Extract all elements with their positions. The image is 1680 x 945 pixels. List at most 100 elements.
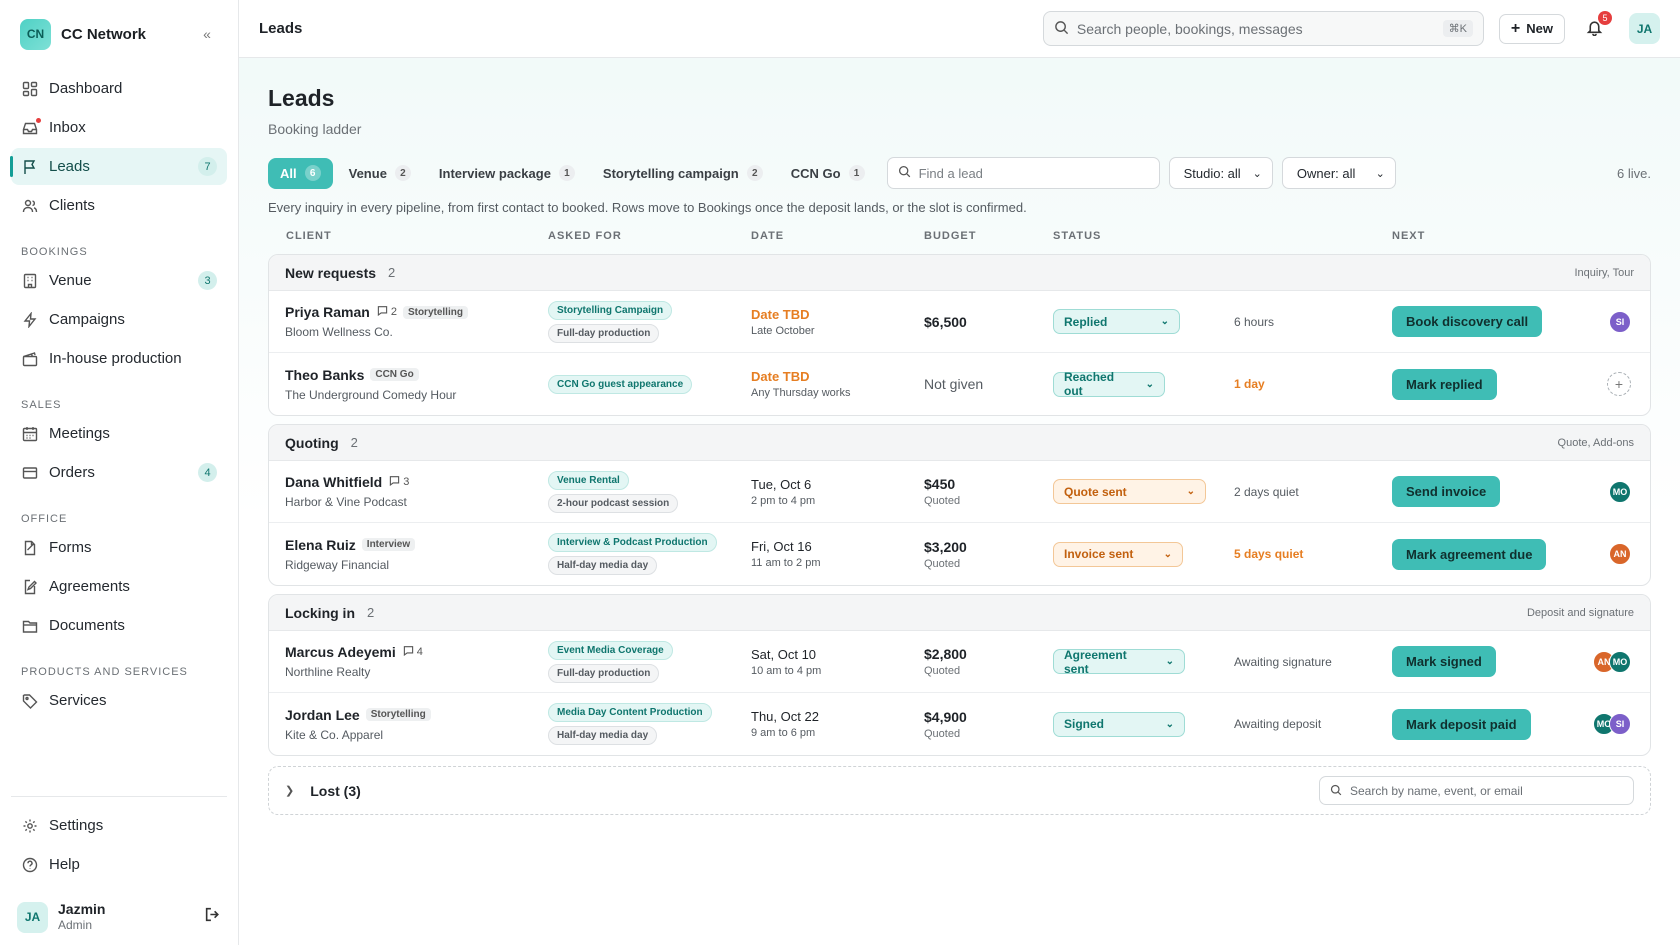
search-placeholder: Search people, bookings, messages [1076,20,1303,37]
sidebar-item-label: Clients [49,197,95,214]
next-action-button[interactable]: Mark signed [1392,646,1496,677]
status-select[interactable]: Agreement sent ⌄ [1053,648,1185,676]
sidebar-item-agreements[interactable]: Agreements [11,568,227,605]
owners: AN MO [1593,650,1631,673]
wait-time: Awaiting deposit [1234,717,1322,731]
column-header-date: DATE [751,230,785,242]
date-detail: Late October [751,324,815,337]
find-lead-input[interactable]: Find a lead [886,157,1160,189]
status-select[interactable]: Invoice sent ⌄ [1053,541,1183,567]
search-icon [898,165,911,181]
owner-cell: MO [1609,480,1631,503]
group-name: New requests [285,264,377,281]
building-icon [21,272,39,290]
column-header-asked-for: ASKED FOR [548,230,622,242]
owner-filter-select[interactable]: Owner: all ⌄ [1281,157,1396,189]
chevron-down-icon: ⌄ [1145,378,1154,390]
tab-storytelling-campaign[interactable]: Storytelling campaign 2 [591,158,775,189]
chevron-down-icon: ⌄ [1186,486,1195,497]
status-select[interactable]: Quote sent ⌄ [1053,479,1206,504]
budget-cell: $3,200 Quoted [924,539,967,570]
client-name[interactable]: Priya Raman [285,304,370,320]
owner-avatar[interactable]: AN [1609,543,1631,565]
studio-filter-select[interactable]: Studio: all ⌄ [1168,157,1273,189]
logout-icon[interactable] [204,906,221,928]
add-owner-button[interactable]: + [1607,372,1631,396]
tab-count: 2 [746,165,763,181]
tab-count: 2 [394,165,411,181]
tab-all[interactable]: All 6 [268,157,333,189]
signature-icon [21,578,39,596]
avatar[interactable]: JA [1629,13,1660,44]
sidebar-item-meetings[interactable]: Meetings [11,415,227,452]
sidebar-item-venue[interactable]: Venue 3 [11,262,227,299]
client-name[interactable]: Marcus Adeyemi [285,644,396,660]
tab-interview-package[interactable]: Interview package 1 [427,158,587,189]
client-name[interactable]: Theo Banks [285,367,364,383]
sidebar-item-settings[interactable]: Settings [11,807,227,844]
notifications-button[interactable]: 5 [1583,10,1612,40]
user-name: Jazmin [58,901,106,918]
avatar: JA [17,901,48,933]
sidebar-item-services[interactable]: Services [11,682,227,719]
sidebar-item-dashboard[interactable]: Dashboard [11,70,227,107]
status-select[interactable]: Signed ⌄ [1053,711,1185,737]
status-select[interactable]: Replied ⌄ [1053,309,1180,334]
date-value: Tue, Oct 6 [751,476,812,492]
table-row[interactable]: Marcus Adeyemi 4 Northline Realty Event … [269,631,1650,693]
sidebar-item-inbox[interactable]: Inbox [11,109,227,146]
status-cell: Reached out ⌄ [1053,370,1165,398]
owner-cell: AN [1609,543,1631,565]
client-name[interactable]: Elena Ruiz [285,537,356,553]
group-count: 2 [350,435,358,450]
page-content: Leads Booking ladder All 6 Venue 2 Intervi… [239,85,1680,815]
message-count[interactable]: 3 [389,475,409,489]
next-action-button[interactable]: Mark agreement due [1392,538,1547,570]
lost-section[interactable]: ❯ Lost (3) Search by name, event, or ema… [268,766,1651,815]
owner-avatar[interactable]: SI [1609,310,1631,333]
date-detail: 2 pm to 4 pm [751,494,816,507]
tab-venue[interactable]: Venue 2 [337,158,423,189]
group-header: Quoting 2 Quote, Add-ons [269,425,1650,461]
collapse-sidebar-icon[interactable]: « [196,26,218,42]
message-count[interactable]: 2 [377,305,397,319]
live-count: 6 live. [1617,165,1651,181]
next-action-button[interactable]: Book discovery call [1392,306,1543,337]
lost-search-input[interactable]: Search by name, event, or email [1319,776,1634,805]
owner-avatar[interactable]: MO [1609,650,1631,673]
sidebar-item-leads[interactable]: Leads 7 [10,148,227,185]
message-icon [377,305,391,319]
next-action-button[interactable]: Mark replied [1392,368,1497,400]
global-search-input[interactable]: Search people, bookings, messages ⌘K [1042,11,1484,46]
next-action-button[interactable]: Send invoice [1392,476,1501,507]
sidebar-item-campaigns[interactable]: Campaigns [11,301,227,338]
lost-search-placeholder: Search by name, event, or email [1350,783,1523,798]
message-count[interactable]: 4 [403,645,423,659]
table-row[interactable]: Jordan Lee Storytelling Kite & Co. Appar… [269,693,1650,755]
table-row[interactable]: Priya Raman 2 Storytelling Bloom Wellnes… [269,291,1650,353]
sidebar-item-forms[interactable]: Forms [11,529,227,566]
table-row[interactable]: Dana Whitfield 3 Harbor & Vine Podcast V… [269,461,1650,523]
client-name[interactable]: Jordan Lee [285,707,360,723]
main-area: Leads Search people, bookings, messages … [239,0,1680,945]
client-cell: Marcus Adeyemi 4 Northline Realty [285,644,423,679]
owner-avatar[interactable]: SI [1609,713,1631,735]
sidebar-item-in-house-production[interactable]: In-house production [11,340,227,377]
sidebar-item-documents[interactable]: Documents [11,607,227,644]
owner-avatar[interactable]: MO [1609,480,1631,503]
budget-note: Quoted [924,495,961,507]
budget-value: $3,200 [924,538,967,555]
gear-icon [21,817,39,835]
tab-ccn-go[interactable]: CCN Go 1 [779,158,877,189]
sidebar-item-help[interactable]: Help [11,846,227,883]
client-cell: Jordan Lee Storytelling Kite & Co. Appar… [285,707,431,742]
chevron-right-icon[interactable]: ❯ [285,784,294,797]
sidebar-item-clients[interactable]: Clients [11,187,227,224]
table-row[interactable]: Theo Banks CCN Go The Underground Comedy… [269,353,1650,415]
status-select[interactable]: Reached out ⌄ [1053,370,1165,398]
next-action-button[interactable]: Mark deposit paid [1392,708,1531,740]
client-name[interactable]: Dana Whitfield [285,474,382,490]
new-button[interactable]: + New [1498,13,1565,44]
table-row[interactable]: Elena Ruiz Interview Ridgeway Financial … [269,523,1650,585]
sidebar-item-orders[interactable]: Orders 4 [11,454,227,491]
